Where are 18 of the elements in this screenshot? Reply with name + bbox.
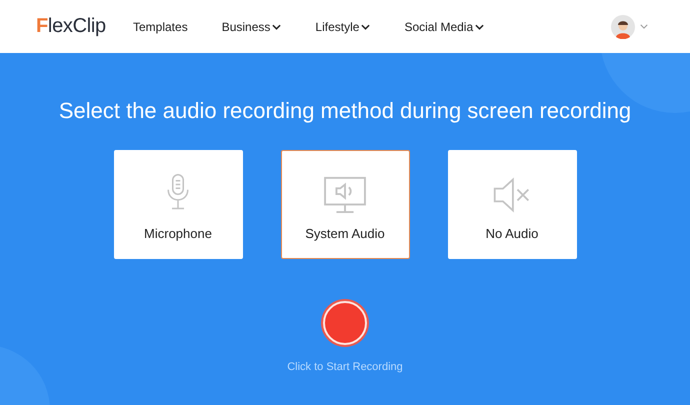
logo[interactable]: FlexClip [36, 15, 133, 38]
chevron-icon [475, 24, 484, 30]
avatar-icon[interactable] [611, 14, 635, 38]
nav-link[interactable]: Business [222, 20, 282, 34]
record-button[interactable] [323, 301, 367, 345]
nav-link[interactable]: Templates [133, 20, 188, 34]
muted-speaker-icon [492, 176, 532, 214]
monitor-speaker-icon [323, 176, 367, 214]
nav-link[interactable]: Social Media [404, 20, 484, 34]
record-hint: Click to Start Recording [287, 361, 403, 373]
nav-link[interactable]: Lifestyle [315, 20, 370, 34]
chevron-icon [361, 24, 370, 30]
audio-option-card[interactable]: No Audio [448, 150, 576, 259]
chevron-icon [272, 24, 282, 30]
page-title: Select the audio recording method during screen recording [58, 98, 632, 124]
chevron-icon[interactable] [640, 24, 648, 29]
audio-option-card[interactable]: System Audio [280, 150, 410, 259]
audio-option-card[interactable]: Microphone [114, 150, 242, 259]
